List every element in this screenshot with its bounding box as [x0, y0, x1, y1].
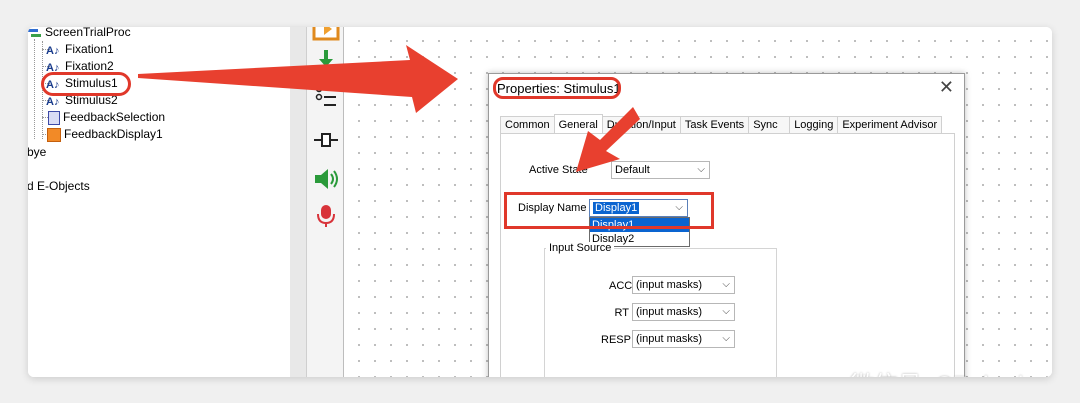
tree-item-screentrialproc[interactable]: ScreenTrialProc: [28, 27, 131, 41]
wechat-icon: [815, 371, 837, 377]
tree-item-label: FeedbackSelection: [63, 110, 166, 124]
tree-item-label: FeedbackDisplay1: [64, 127, 163, 141]
tab-sync[interactable]: Sync: [748, 116, 791, 134]
resp-label: RESP: [601, 334, 631, 346]
wait-tool-icon[interactable]: [312, 128, 340, 152]
tree-item-label: bye: [28, 145, 47, 159]
tab-task-events[interactable]: Task Events: [679, 116, 750, 134]
tree-item-label: Fixation1: [65, 42, 114, 56]
input-source-title: Input Source: [546, 242, 615, 254]
tree-item-fixation1[interactable]: A♪ Fixation1: [46, 41, 114, 58]
stimulus1-highlight: [41, 72, 131, 96]
feedback-display-icon: [47, 127, 61, 142]
acc-select[interactable]: (input masks) ⌵: [632, 276, 735, 294]
rt-select[interactable]: (input masks) ⌵: [632, 303, 735, 321]
toolbox: [306, 27, 344, 377]
chevron-down-icon: ⌵: [722, 333, 730, 344]
display-name-highlight: [504, 192, 714, 229]
chevron-down-icon: ⌵: [722, 279, 730, 290]
tree-item-label: d E-Objects: [28, 179, 90, 193]
tree-item-feedbackdisplay1[interactable]: FeedbackDisplay1: [47, 126, 163, 143]
list-tool-icon[interactable]: [312, 85, 340, 109]
acc-label: ACC: [609, 280, 633, 292]
tree-item-feedbackselection[interactable]: FeedbackSelection: [48, 109, 165, 126]
download-arrow-icon[interactable]: [312, 47, 340, 71]
structure-tree: ScreenTrialProc A♪ Fixation1 A♪ Fixation…: [28, 27, 290, 377]
slide-tool-icon[interactable]: [312, 27, 340, 43]
properties-dialog: Properties: Stimulus1 ✕ Common General D…: [488, 73, 965, 377]
resp-select[interactable]: (input masks) ⌵: [632, 330, 735, 348]
tree-item-label: ScreenTrialProc: [45, 27, 131, 39]
resp-value: (input masks): [636, 333, 703, 345]
tab-duration-input[interactable]: Duration/Input: [601, 116, 681, 134]
tree-item-e-objects[interactable]: d E-Objects: [28, 178, 90, 195]
tab-experiment-advisor[interactable]: Experiment Advisor: [837, 116, 943, 134]
slide-icon: A♪: [46, 44, 60, 57]
title-highlight: [493, 77, 621, 99]
microphone-tool-icon[interactable]: [312, 204, 340, 228]
tab-common[interactable]: Common: [500, 116, 555, 134]
rt-label: RT: [614, 307, 629, 319]
chevron-down-icon: ⌵: [722, 306, 730, 317]
procedure-icon: [28, 27, 42, 39]
tree-connector: [34, 39, 35, 139]
inline-script-icon: [48, 110, 60, 125]
acc-value: (input masks): [636, 279, 703, 291]
app-window: ScreenTrialProc A♪ Fixation1 A♪ Fixation…: [28, 27, 1052, 377]
active-state-value: Default: [615, 164, 650, 176]
tab-logging[interactable]: Logging: [789, 116, 839, 134]
active-state-label: Active State: [529, 164, 588, 176]
tree-item-bye[interactable]: bye: [28, 144, 46, 161]
rt-value: (input masks): [636, 306, 703, 318]
chevron-down-icon: ⌵: [697, 164, 705, 175]
general-tab-panel: Active State Default ⌵ Display Name Disp…: [500, 133, 955, 377]
splitter[interactable]: [290, 27, 306, 377]
active-state-select[interactable]: Default ⌵: [611, 161, 710, 179]
tab-bar: Common General Duration/Input Task Event…: [500, 114, 943, 134]
sound-tool-icon[interactable]: [312, 167, 340, 191]
tab-general[interactable]: General: [553, 114, 603, 134]
watermark: 微信号: CR_brain: [814, 365, 1037, 377]
close-icon[interactable]: ✕: [939, 77, 954, 98]
watermark-text: 微信号: CR_brain: [850, 365, 1037, 377]
